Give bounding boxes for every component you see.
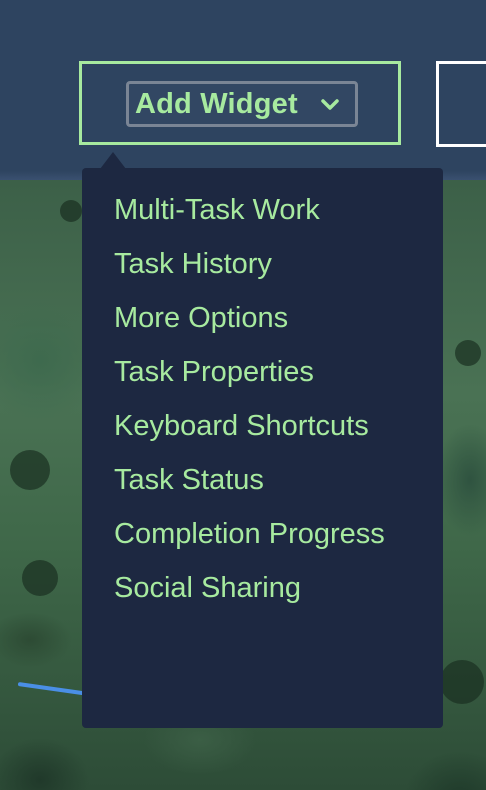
chevron-down-icon <box>319 94 341 116</box>
map-tree <box>60 200 82 222</box>
menu-caret <box>100 152 126 169</box>
map-tree <box>22 560 58 596</box>
add-widget-focus-ring[interactable]: Add Widget <box>79 61 401 145</box>
add-widget-label: Add Widget <box>135 87 298 120</box>
map-tree <box>440 660 484 704</box>
map-tree <box>455 340 481 366</box>
menu-item-social-sharing[interactable]: Social Sharing <box>82 556 443 620</box>
add-widget-menu: Multi-Task Work Task History More Option… <box>82 168 443 728</box>
top-toolbar: Add Widget <box>0 0 486 180</box>
add-widget-button[interactable]: Add Widget <box>126 81 358 127</box>
map-tree <box>10 450 50 490</box>
toolbar-button-right[interactable] <box>436 61 486 147</box>
